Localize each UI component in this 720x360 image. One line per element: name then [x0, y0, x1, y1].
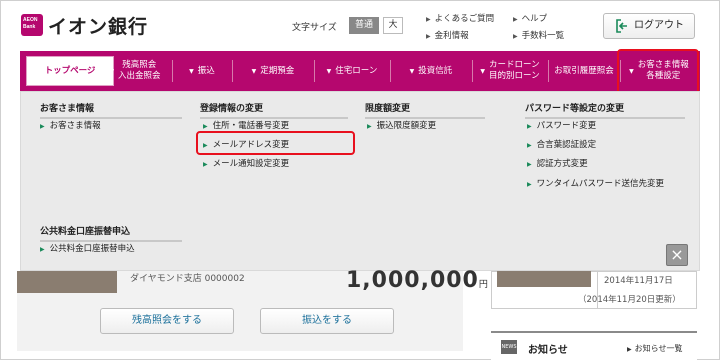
- points-label-strip: [497, 271, 591, 287]
- arrow-right-icon: ▶: [203, 123, 208, 130]
- chevron-down-icon: ▼: [251, 67, 257, 75]
- font-size-normal-button[interactable]: 普通: [349, 17, 379, 34]
- chevron-down-icon: ▼: [189, 67, 194, 75]
- nav-transfer[interactable]: ▼ 振込: [172, 51, 232, 91]
- triangle-right-icon: ▶: [426, 33, 431, 40]
- chevron-down-icon: ▼: [326, 67, 332, 75]
- chevron-down-icon: ▼: [480, 67, 486, 75]
- balance-inquiry-button[interactable]: 残高照会をする: [100, 308, 234, 334]
- link-passphrase-setting[interactable]: ▶ 合言葉認証設定: [527, 138, 596, 150]
- account-label-strip: [17, 271, 117, 293]
- news-title: お知らせ: [528, 345, 568, 356]
- triangle-right-icon: ▶: [513, 16, 518, 23]
- arrow-right-icon: ▶: [367, 123, 372, 130]
- nav-balance[interactable]: ▼ 残高照会 入出金照会: [98, 51, 172, 91]
- link-otp-destination-change[interactable]: ▶ ワンタイムパスワード送信先変更: [527, 177, 664, 189]
- arrow-right-icon: ▶: [527, 123, 532, 130]
- faq-link[interactable]: ▶ よくあるご質問: [426, 12, 494, 24]
- nav-time-deposit[interactable]: ▼ 定期預金: [232, 51, 314, 91]
- section-title-registration-change: 登録情報の変更: [200, 101, 348, 119]
- arrow-right-icon: ▶: [527, 181, 532, 188]
- triangle-right-icon: ▶: [426, 16, 431, 23]
- arrow-right-icon: ▶: [527, 142, 532, 149]
- nav-investment-trust[interactable]: ▼ 投資信託: [390, 51, 472, 91]
- logout-button[interactable]: ログアウト: [603, 13, 695, 39]
- section-title-password-settings: パスワード等設定の変更: [525, 101, 685, 119]
- link-customer-info[interactable]: ▶ お客さま情報: [40, 119, 101, 131]
- link-transfer-limit-change[interactable]: ▶ 振込限度額変更: [367, 119, 436, 131]
- help-link[interactable]: ▶ ヘルプ: [513, 12, 547, 24]
- triangle-right-icon: ▶: [627, 346, 632, 353]
- transfer-button[interactable]: 振込をする: [260, 308, 394, 334]
- link-email-notify-change[interactable]: ▶ メール通知設定変更: [203, 157, 289, 169]
- arrow-right-icon: ▶: [203, 161, 208, 168]
- chevron-down-icon: ▼: [409, 67, 415, 75]
- highlight-box-nav: [617, 49, 699, 95]
- triangle-right-icon: ▶: [513, 33, 518, 40]
- link-password-change[interactable]: ▶ パスワード変更: [527, 119, 596, 131]
- points-date: 2014年11月17日: [604, 276, 673, 286]
- points-updated-date: （2014年11月20日更新）: [578, 295, 681, 305]
- news-list-link[interactable]: ▶ お知らせ一覧: [627, 343, 682, 354]
- aeon-logo[interactable]: AEON Bank: [21, 14, 43, 36]
- section-title-utility-transfer: 公共料金口座振替申込: [40, 224, 182, 242]
- logout-icon: [616, 19, 627, 33]
- chevron-down-icon: ▼: [109, 67, 115, 75]
- font-size-label: 文字サイズ: [292, 23, 337, 33]
- nav-history[interactable]: お取引履歴照会: [548, 51, 620, 91]
- interest-link[interactable]: ▶ 金利情報: [426, 29, 469, 41]
- fees-link[interactable]: ▶ 手数料一覧: [513, 29, 564, 41]
- arrow-right-icon: ▶: [527, 161, 532, 168]
- balance-amount: 1,000,000円: [346, 268, 489, 293]
- link-utility-transfer[interactable]: ▶ 公共料金口座振替申込: [40, 242, 135, 254]
- nav-housing-loan[interactable]: ▼ 住宅ローン: [314, 51, 390, 91]
- news-icon: NEWS: [501, 340, 517, 354]
- arrow-right-icon: ▶: [40, 123, 45, 130]
- link-auth-method-change[interactable]: ▶ 認証方式変更: [527, 157, 588, 169]
- section-title-limit-change: 限度額変更: [365, 101, 485, 119]
- font-size-large-button[interactable]: 大: [383, 17, 403, 34]
- close-panel-button[interactable]: ×: [666, 244, 688, 266]
- arrow-right-icon: ▶: [40, 246, 45, 253]
- bank-name[interactable]: イオン銀行: [48, 12, 148, 39]
- section-title-customer-info: お客さま情報: [40, 101, 182, 119]
- account-branch-text: ダイヤモンド支店 0000002: [130, 274, 245, 284]
- link-address-phone-change[interactable]: ▶ 住所・電話番号変更: [203, 119, 289, 131]
- highlight-box-email: [196, 131, 355, 155]
- nav-card-loan[interactable]: ▼ カードローン 目的別ローン: [472, 51, 548, 91]
